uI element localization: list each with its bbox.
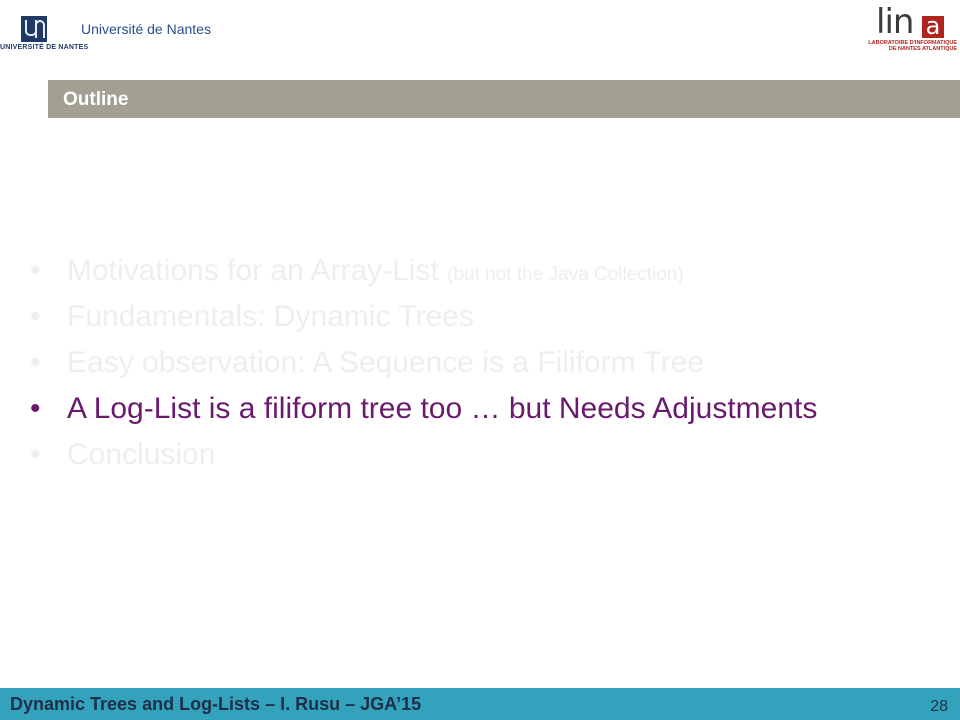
outline-item-note: (but not the Java Collection) — [447, 264, 684, 285]
slide-title: Outline — [63, 89, 129, 110]
slide-title-bar: Outline — [48, 80, 960, 118]
footer-text: Dynamic Trees and Log-Lists – I. Rusu – … — [10, 694, 422, 714]
lina-logo-subtitle: LABORATOIRE D'INFORMATIQUE DE NANTES ATL… — [862, 40, 957, 52]
footer-bar: Dynamic Trees and Log-Lists – I. Rusu – … — [0, 688, 960, 720]
lina-logo-subtitle-line2: DE NANTES ATLANTIQUE — [888, 46, 957, 52]
outline-item-label: Conclusion — [67, 438, 216, 471]
university-logo: UNIVERSITÉ DE NANTES — [0, 8, 90, 54]
bullet: • — [30, 438, 41, 471]
page-number: 28 — [930, 698, 948, 715]
outline-item-label: Fundamentals: Dynamic Trees — [67, 300, 474, 333]
university-name: Université de Nantes — [81, 21, 211, 37]
lina-logo: lin a LABORATOIRE D'INFORMATIQUE DE NANT… — [862, 2, 957, 54]
outline-item-label: A Log-List is a filiform tree too … but … — [67, 392, 818, 425]
bullet: • — [30, 346, 41, 379]
bullet: • — [30, 300, 41, 333]
lina-logo-letter: a — [922, 14, 944, 38]
bullet: • — [30, 254, 41, 287]
bullet: • — [30, 392, 41, 425]
university-logo-mark — [21, 16, 47, 42]
lina-logo-word: lin — [876, 2, 914, 42]
outline-item-label: Motivations for an Array-List — [67, 254, 448, 287]
outline-item-text: Motivations for an Array-List (but not t… — [67, 254, 684, 288]
outline-item-label: Easy observation: A Sequence is a Filifo… — [67, 346, 704, 379]
university-logo-caption: UNIVERSITÉ DE NANTES — [0, 44, 89, 51]
